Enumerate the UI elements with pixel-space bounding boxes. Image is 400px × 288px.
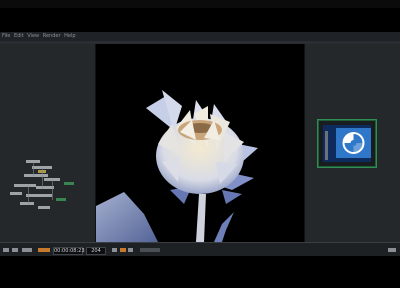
title-strip: [0, 0, 400, 8]
menu-item-edit[interactable]: Edit: [14, 32, 24, 41]
graph-node[interactable]: [26, 194, 52, 197]
frame-field[interactable]: 204: [86, 247, 106, 255]
graph-node[interactable]: [38, 206, 50, 209]
graph-node[interactable]: [14, 184, 36, 187]
image-viewer[interactable]: [96, 44, 303, 242]
graph-wire: [52, 180, 53, 200]
menu-item-view[interactable]: View: [27, 32, 39, 41]
sepal: [222, 190, 242, 204]
timeline-bar: 00:00:08:23 204: [0, 242, 400, 257]
timecode-field[interactable]: 00:00:08:23: [53, 247, 85, 255]
step-forward-button[interactable]: [128, 248, 133, 252]
graph-node[interactable]: [20, 202, 34, 205]
step-back-button[interactable]: [112, 248, 117, 252]
thumbnail-background: [323, 125, 371, 162]
node-graph-panel[interactable]: [0, 44, 96, 242]
play-button[interactable]: [3, 248, 9, 252]
flower-stem: [196, 194, 206, 242]
properties-panel: [304, 44, 400, 242]
graph-wire: [33, 162, 34, 176]
range-marker[interactable]: [38, 248, 50, 252]
menu-item-render[interactable]: Render: [43, 32, 61, 41]
thumbnail-frame[interactable]: [317, 119, 377, 168]
timeline-menu-button[interactable]: [388, 248, 396, 252]
thumbnail-sidebar: [325, 131, 328, 160]
graph-node[interactable]: [10, 192, 22, 195]
graph-node[interactable]: [64, 182, 74, 185]
leaf-bottom-left: [96, 192, 158, 242]
graph-node[interactable]: [56, 198, 66, 201]
graph-node[interactable]: [24, 174, 48, 177]
keyframe-button[interactable]: [120, 248, 126, 252]
menu-item-file[interactable]: File: [2, 32, 10, 41]
loop-button[interactable]: [22, 248, 32, 252]
viewer-canvas: [96, 90, 258, 242]
app-window: File Edit View Render Help 00:00:08:23 2…: [0, 0, 400, 288]
menu-item-help[interactable]: Help: [64, 32, 75, 41]
graph-wire: [42, 168, 43, 188]
stop-button[interactable]: [12, 248, 18, 252]
leaf-bottom-right: [214, 212, 234, 242]
node-graph[interactable]: [8, 154, 90, 216]
bottom-area: [0, 256, 400, 288]
timeline-scrubber[interactable]: [140, 248, 160, 252]
swirl-logo-icon: [336, 128, 371, 158]
graph-wire: [28, 186, 29, 204]
